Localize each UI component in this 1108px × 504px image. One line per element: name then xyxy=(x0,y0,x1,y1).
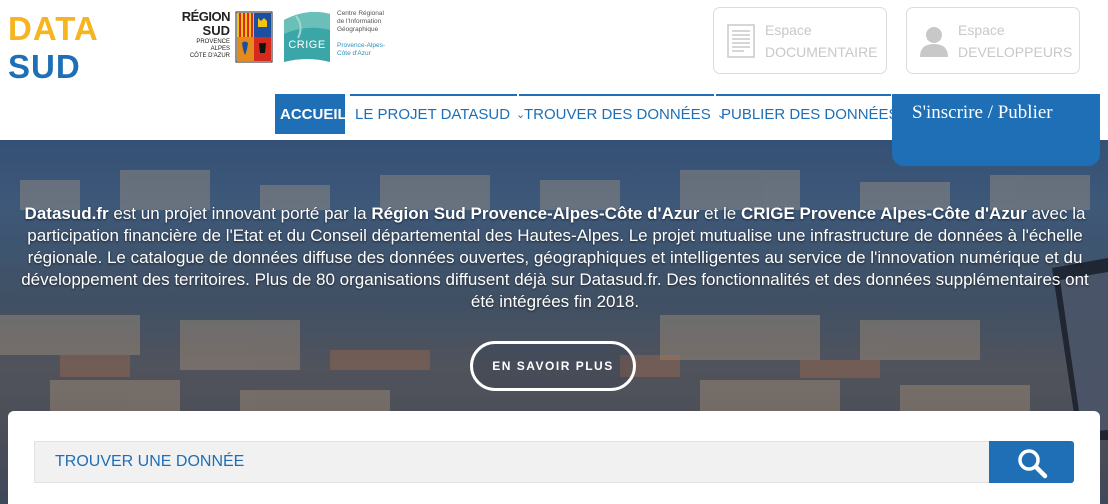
nav-item-label: LE PROJET DATASUD xyxy=(355,106,511,123)
search-placeholder: TROUVER UNE DONNÉE xyxy=(55,453,245,470)
region-crest-icon xyxy=(235,11,273,63)
nav-item-label: ACCUEIL xyxy=(280,106,347,123)
intro-bold-datasud: Datasud.fr xyxy=(24,204,109,223)
region-logo-line3: PROVENCE ALPES CÔTE D'AZUR xyxy=(189,39,230,59)
hero-intro-text: Datasud.fr est un projet innovant porté … xyxy=(10,203,1100,313)
region-sud-logo[interactable]: RÉGION SUD PROVENCE ALPES CÔTE D'AZUR xyxy=(172,8,280,68)
datasud-logo[interactable]: DATA SUD xyxy=(8,10,138,85)
crige-caption-top: Centre Régional de l'Information Géograp… xyxy=(337,10,384,33)
search-icon xyxy=(1018,449,1048,479)
hero-banner: Datasud.fr est un projet innovant porté … xyxy=(0,140,1108,504)
intro-bold-region: Région Sud Provence-Alpes-Côte d'Azur xyxy=(371,204,700,223)
nav-item-label: TROUVER DES DONNÉES xyxy=(524,106,711,123)
intro-text-2: et le xyxy=(699,204,741,223)
espace-documentaire-line2: DOCUMENTAIRE xyxy=(765,44,878,60)
espace-developpeurs-line1: Espace xyxy=(958,22,1005,38)
espace-documentaire-line1: Espace xyxy=(765,22,812,38)
document-icon xyxy=(727,24,755,58)
nav-item-label: PUBLIER DES DONNÉES xyxy=(721,106,899,123)
learn-more-button[interactable]: EN SAVOIR PLUS xyxy=(470,341,636,391)
search-input[interactable]: TROUVER UNE DONNÉE xyxy=(34,441,990,483)
nav-item-accueil[interactable]: ACCUEIL xyxy=(275,94,347,134)
site-header: DATA SUD RÉGION SUD PROVENCE ALPES CÔTE … xyxy=(0,0,1108,166)
intro-bold-crige: CRIGE Provence Alpes-Côte d'Azur xyxy=(740,204,1027,223)
search-button[interactable] xyxy=(989,441,1074,483)
signup-publish-button[interactable]: S'inscrire / Publier xyxy=(892,94,1100,166)
logo-data-text: DATA xyxy=(8,10,99,47)
logo-sud-text: SUD xyxy=(8,48,81,85)
crige-logo[interactable]: CRIGE Centre Régional de l'Information G… xyxy=(282,6,397,66)
nav-item-publier-donnees[interactable]: PUBLIER DES DONNÉES xyxy=(716,94,899,134)
espace-documentaire-button[interactable]: Espace DOCUMENTAIRE xyxy=(713,7,887,74)
learn-more-label: EN SAVOIR PLUS xyxy=(492,359,614,373)
region-logo-line2: SUD xyxy=(202,23,230,38)
signup-label: S'inscrire / Publier xyxy=(912,102,1053,123)
region-logo-line1: RÉGION xyxy=(181,9,231,24)
nav-item-trouver-donnees[interactable]: TROUVER DES DONNÉES ⌄ xyxy=(519,94,726,134)
intro-text-1: est un projet innovant porté par la xyxy=(108,204,372,223)
espace-developpeurs-button[interactable]: Espace DEVELOPPEURS xyxy=(906,7,1080,74)
search-panel: TROUVER UNE DONNÉE xyxy=(8,411,1100,504)
user-icon xyxy=(920,27,948,57)
crige-caption-bottom: Provence-Alpes- Côte d'Azur xyxy=(337,42,386,57)
espace-developpeurs-line2: DEVELOPPEURS xyxy=(958,44,1073,60)
crige-badge-text: CRIGE xyxy=(288,39,326,51)
nav-item-projet-datasud[interactable]: LE PROJET DATASUD ⌄ xyxy=(350,94,525,134)
crige-badge-icon xyxy=(284,12,330,62)
